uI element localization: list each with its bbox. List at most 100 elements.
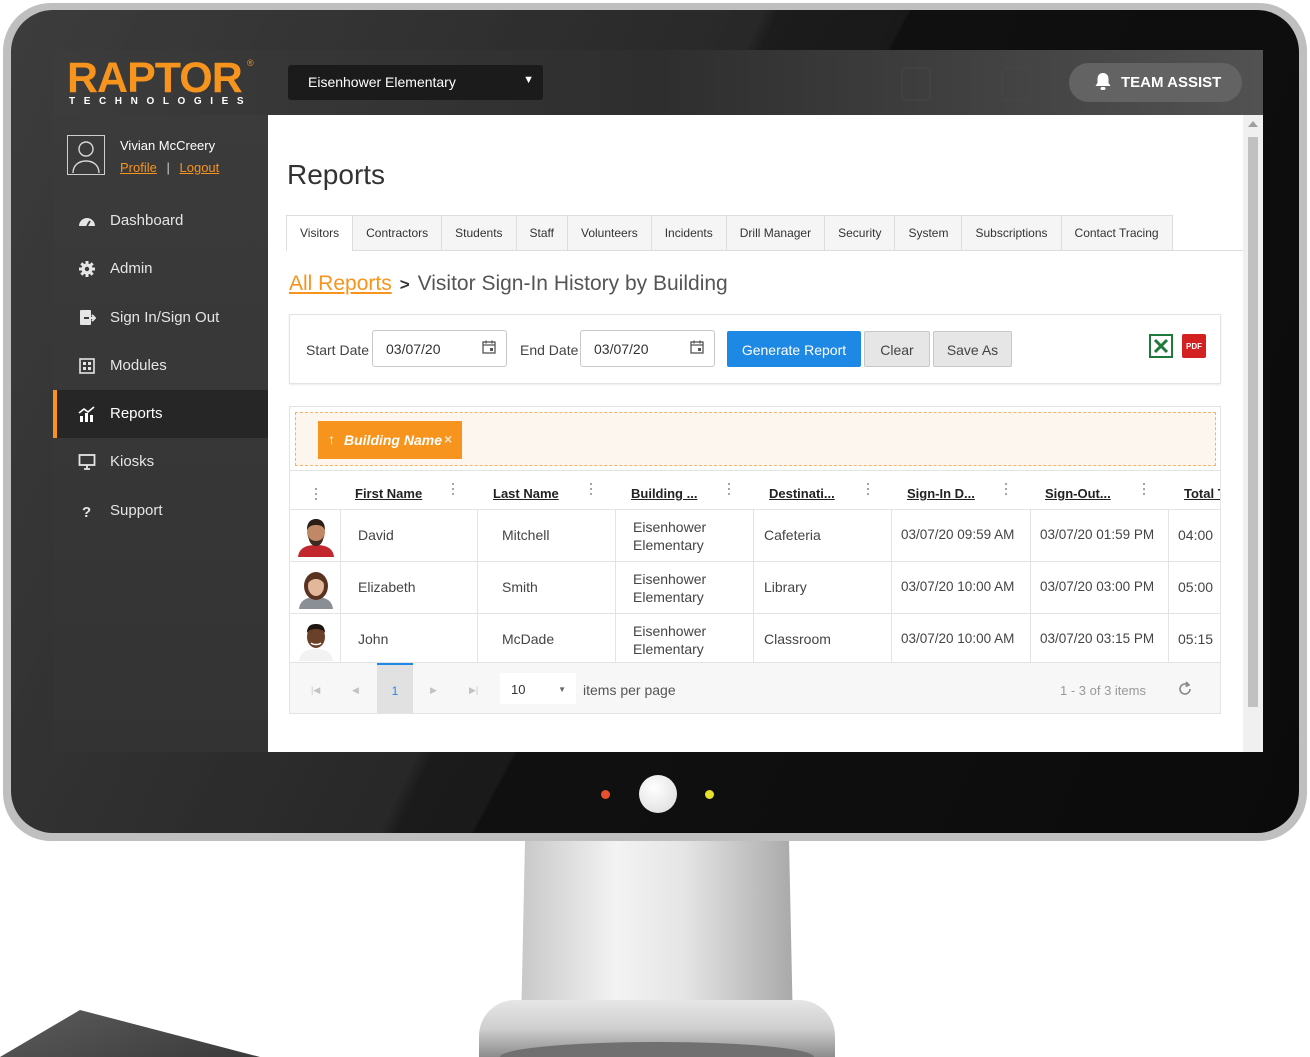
team-assist-button[interactable]: TEAM ASSIST — [1069, 63, 1242, 102]
sign-in-icon — [80, 310, 96, 325]
power-light-icon — [601, 790, 610, 799]
visitor-photo — [299, 624, 333, 661]
tab-students[interactable]: Students — [441, 215, 517, 250]
building-cell: Eisenhower Elementary — [616, 614, 754, 665]
refresh-icon[interactable] — [1177, 681, 1193, 697]
last-name-cell: Mitchell — [478, 510, 616, 561]
first-page-icon[interactable]: |◀ — [311, 685, 320, 696]
sign-in-cell: 03/07/20 10:00 AM — [892, 614, 1031, 665]
profile-link[interactable]: Profile — [120, 160, 157, 175]
column-header-first-name[interactable]: First Name — [355, 471, 445, 509]
table-row[interactable]: Elizabeth Smith Eisenhower Elementary Li… — [290, 562, 1220, 614]
building-cell: Eisenhower Elementary — [616, 562, 754, 613]
previous-page-icon[interactable]: ◀ — [352, 685, 359, 696]
column-menu-icon[interactable] — [1004, 483, 1008, 497]
group-drop-zone[interactable]: ↑ Building Name × — [295, 412, 1216, 466]
tab-contact-tracing[interactable]: Contact Tracing — [1060, 215, 1173, 250]
column-header-destination[interactable]: Destinati... — [769, 471, 859, 509]
first-name-cell: John — [341, 614, 478, 665]
destination-cell: Library — [754, 562, 892, 613]
column-menu-icon[interactable] — [866, 483, 870, 497]
vertical-scrollbar[interactable] — [1243, 115, 1263, 752]
tab-contractors[interactable]: Contractors — [352, 215, 443, 250]
sidebar-item-admin[interactable]: Admin — [53, 245, 268, 293]
visitor-photo — [298, 519, 334, 557]
column-menu-icon[interactable] — [1142, 483, 1146, 497]
tab-visitors[interactable]: Visitors — [286, 215, 354, 251]
chevron-right-icon: > — [399, 275, 410, 294]
sidebar-item-sign-in-sign-out[interactable]: Sign In/Sign Out — [53, 294, 268, 342]
close-icon[interactable]: × — [444, 431, 452, 447]
column-menu-icon[interactable] — [589, 483, 593, 497]
reports-icon — [78, 406, 95, 422]
breadcrumb-current: Visitor Sign-In History by Building — [417, 272, 728, 295]
start-date-label: Start Date — [306, 342, 370, 358]
top-bar: RAPTOR ® TECHNOLOGIES Eisenhower Element… — [53, 50, 1263, 115]
tab-staff[interactable]: Staff — [515, 215, 568, 250]
calendar-icon[interactable] — [690, 340, 704, 354]
page-title: Reports — [287, 159, 386, 190]
tab-system[interactable]: System — [894, 215, 963, 250]
sidebar-item-modules[interactable]: Modules — [53, 342, 268, 390]
scrollbar-thumb[interactable] — [1248, 137, 1258, 707]
sidebar-item-kiosks[interactable]: Kiosks — [53, 438, 268, 486]
visitor-photo — [299, 572, 333, 609]
pdf-export-icon[interactable]: PDF — [1182, 334, 1206, 358]
column-menu-icon[interactable] — [727, 483, 731, 497]
main-content: Reports Visitors Contractors Students St… — [268, 115, 1243, 752]
table-row[interactable]: David Mitchell Eisenhower Elementary Caf… — [290, 510, 1220, 562]
tab-incidents[interactable]: Incidents — [650, 215, 727, 250]
page-size-select[interactable]: 10 ▼ — [500, 673, 576, 704]
monitor-power-button[interactable] — [639, 775, 677, 813]
table-row[interactable]: John McDade Eisenhower Elementary Classr… — [290, 614, 1220, 666]
end-date-input[interactable]: 03/07/20 — [580, 330, 715, 367]
raptor-logo[interactable]: RAPTOR ® TECHNOLOGIES — [67, 56, 257, 112]
avatar[interactable] — [67, 135, 105, 175]
gear-icon — [79, 261, 95, 277]
scroll-up-icon[interactable] — [1248, 121, 1258, 127]
column-header-sign-in[interactable]: Sign-In D... — [907, 471, 997, 509]
report-grid: ↑ Building Name × First Name Last Name B… — [289, 406, 1221, 714]
grid-header-row: First Name Last Name Building ... Destin… — [290, 470, 1220, 510]
user-name: Vivian McCreery — [120, 138, 216, 153]
column-header-building[interactable]: Building ... — [631, 471, 721, 509]
excel-export-icon[interactable] — [1149, 334, 1173, 358]
tab-subscriptions[interactable]: Subscriptions — [961, 215, 1062, 250]
last-page-icon[interactable]: ▶| — [469, 685, 478, 696]
start-date-input[interactable]: 03/07/20 — [372, 330, 507, 367]
first-name-cell: Elizabeth — [341, 562, 478, 613]
svg-text:?: ? — [82, 504, 91, 520]
calendar-icon[interactable] — [482, 340, 496, 354]
tab-drill-manager[interactable]: Drill Manager — [725, 215, 826, 250]
destination-cell: Classroom — [754, 614, 892, 665]
last-name-cell: Smith — [478, 562, 616, 613]
sidebar-item-reports[interactable]: Reports — [53, 390, 268, 438]
items-per-page-label: items per page — [583, 682, 676, 698]
school-select[interactable]: Eisenhower Elementary ▼ — [288, 65, 543, 100]
generate-report-button[interactable]: Generate Report — [727, 331, 861, 367]
next-page-icon[interactable]: ▶ — [430, 685, 437, 696]
logout-link[interactable]: Logout — [180, 160, 220, 175]
page-number-current[interactable]: 1 — [377, 663, 413, 713]
column-header-sign-out[interactable]: Sign-Out... — [1045, 471, 1135, 509]
floor-shadow — [0, 1010, 260, 1057]
breadcrumb-all-reports[interactable]: All Reports — [289, 272, 392, 295]
group-chip-building-name[interactable]: ↑ Building Name × — [318, 421, 462, 459]
tab-volunteers[interactable]: Volunteers — [567, 215, 652, 250]
column-menu-icon[interactable] — [314, 488, 318, 502]
sidebar-item-dashboard[interactable]: Dashboard — [53, 197, 268, 245]
tab-security[interactable]: Security — [824, 215, 896, 250]
clear-button[interactable]: Clear — [864, 331, 930, 367]
faded-icon — [1001, 67, 1031, 101]
last-name-cell: McDade — [478, 614, 616, 665]
save-as-button[interactable]: Save As — [933, 331, 1012, 367]
column-menu-icon[interactable] — [451, 483, 455, 497]
column-header-total-time[interactable]: Total T — [1184, 471, 1220, 509]
report-tabs: Visitors Contractors Students Staff Volu… — [286, 215, 1173, 251]
sidebar-item-support[interactable]: ? Support — [53, 487, 268, 535]
sort-asc-icon: ↑ — [328, 431, 335, 447]
sign-in-cell: 03/07/20 10:00 AM — [892, 562, 1031, 613]
column-header-last-name[interactable]: Last Name — [493, 471, 583, 509]
sign-out-cell: 03/07/20 03:00 PM — [1031, 562, 1169, 613]
breadcrumb: All Reports > Visitor Sign-In History by B… — [289, 272, 728, 296]
